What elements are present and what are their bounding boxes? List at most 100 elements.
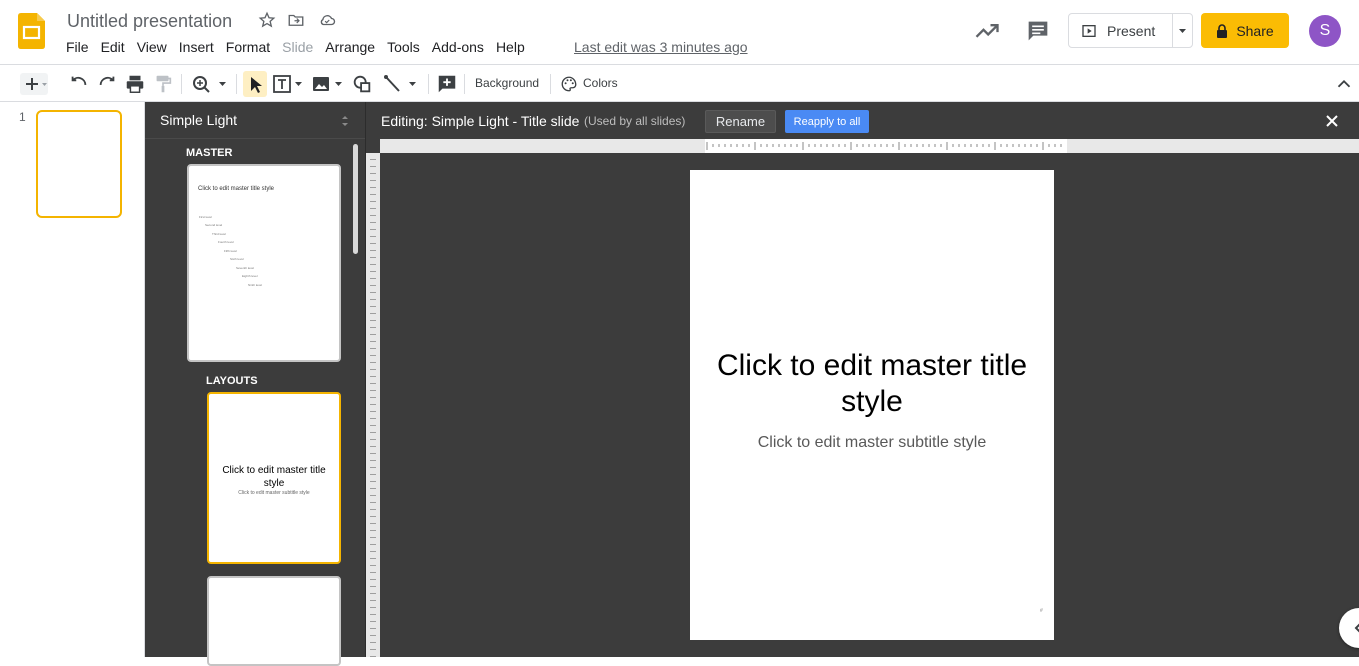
horizontal-ruler — [380, 139, 1359, 153]
layout-thumbnail[interactable] — [207, 576, 341, 666]
shape-button[interactable] — [351, 73, 373, 95]
move-folder-icon[interactable] — [287, 11, 307, 31]
add-comment-button[interactable] — [436, 73, 458, 95]
redo-button[interactable] — [96, 73, 118, 95]
share-label: Share — [1236, 22, 1274, 39]
master-label: MASTER — [186, 147, 233, 159]
editor-header: Editing: Simple Light - Title slide (Use… — [366, 102, 1359, 139]
side-panel-toggle[interactable] — [1339, 608, 1359, 648]
present-icon — [1082, 24, 1096, 37]
vertical-ruler — [366, 153, 380, 657]
reapply-to-all-button[interactable]: Reapply to all — [785, 110, 869, 133]
layout-thumb-title: Click to edit master title style — [222, 465, 326, 489]
text-box-button[interactable] — [271, 73, 305, 95]
image-icon — [313, 77, 342, 91]
background-button[interactable]: Background — [475, 76, 539, 90]
star-icon[interactable] — [258, 11, 278, 31]
master-thumb-level: Sixth level — [230, 257, 244, 261]
editing-title: Editing: Simple Light - Title slide — [381, 113, 580, 129]
theme-header: Simple Light — [145, 102, 365, 139]
master-thumb-level: Ninth level — [248, 283, 263, 287]
palette-icon[interactable] — [560, 73, 580, 95]
activity-dashboard-icon[interactable] — [973, 17, 1001, 45]
master-thumb-title: Click to edit master title style — [198, 186, 275, 192]
toolbar-divider — [181, 74, 182, 94]
slide-number: 1 — [19, 110, 26, 124]
chevron-down-icon — [1179, 29, 1186, 33]
layout-thumbnail-title-slide[interactable]: Click to edit master title style Click t… — [207, 392, 341, 564]
shapes-icon — [353, 75, 371, 93]
menu-bar: File Edit View Insert Format Slide Arran… — [60, 36, 531, 58]
layout-editor: Editing: Simple Light - Title slide (Use… — [365, 102, 1359, 657]
theme-name[interactable]: Simple Light — [160, 112, 237, 128]
lock-icon — [1217, 23, 1228, 38]
close-icon[interactable] — [1324, 113, 1340, 129]
present-options-button[interactable] — [1173, 14, 1192, 47]
zoom-icon — [193, 76, 226, 93]
rename-button[interactable]: Rename — [705, 110, 776, 133]
menu-format[interactable]: Format — [220, 36, 276, 58]
master-thumbnail[interactable]: Click to edit master title style First l… — [187, 164, 341, 362]
cloud-saved-icon[interactable] — [317, 11, 337, 31]
new-slide-button[interactable] — [20, 73, 48, 95]
menu-arrange[interactable]: Arrange — [319, 36, 381, 58]
colors-button[interactable]: Colors — [583, 76, 618, 90]
slide-number-placeholder[interactable]: # — [1040, 608, 1043, 614]
menu-file[interactable]: File — [60, 36, 95, 58]
sort-arrows-icon[interactable] — [340, 114, 350, 128]
share-button[interactable]: Share — [1201, 13, 1289, 48]
chevron-left-icon — [1354, 623, 1359, 633]
menu-slide[interactable]: Slide — [276, 36, 319, 58]
line-icon — [384, 75, 416, 92]
master-thumb-level: Fifth level — [224, 249, 237, 253]
comments-icon[interactable] — [1024, 17, 1052, 45]
slide-thumbnail[interactable] — [36, 110, 122, 218]
slide-subtitle-placeholder[interactable]: Click to edit master subtitle style — [704, 434, 1040, 452]
add-comment-icon — [438, 75, 456, 93]
master-thumb-level: Eighth level — [242, 274, 258, 278]
print-button[interactable] — [124, 73, 146, 95]
account-avatar[interactable]: S — [1309, 15, 1341, 47]
theme-panel: Simple Light MASTER Click to edit master… — [145, 102, 365, 666]
master-thumb-level: First level — [199, 215, 212, 219]
slides-logo-icon[interactable] — [18, 13, 45, 49]
master-thumb-level: Second level — [205, 223, 223, 227]
toolbar-divider — [428, 74, 429, 94]
menu-help[interactable]: Help — [490, 36, 531, 58]
document-title[interactable]: Untitled presentation — [67, 11, 232, 32]
plus-icon — [26, 78, 47, 90]
present-label: Present — [1107, 22, 1156, 39]
menu-addons[interactable]: Add-ons — [426, 36, 490, 58]
select-tool-button[interactable] — [243, 71, 267, 97]
menu-tools[interactable]: Tools — [381, 36, 426, 58]
undo-button[interactable] — [68, 73, 90, 95]
line-button[interactable] — [381, 73, 421, 95]
menu-insert[interactable]: Insert — [173, 36, 220, 58]
collapse-toolbar-icon[interactable] — [1333, 73, 1355, 95]
last-edit-link[interactable]: Last edit was 3 minutes ago — [574, 39, 748, 55]
used-by-note: (Used by all slides) — [584, 114, 686, 128]
zoom-button[interactable] — [190, 73, 230, 95]
menu-edit[interactable]: Edit — [95, 36, 131, 58]
layouts-label: LAYOUTS — [206, 375, 258, 387]
present-button-group: Present — [1068, 13, 1193, 48]
print-icon — [126, 75, 144, 93]
toolbar-divider — [464, 74, 465, 94]
vertical-ruler-scale — [366, 153, 380, 657]
filmstrip: 1 — [0, 102, 145, 657]
paint-format-icon — [156, 75, 172, 93]
menu-view[interactable]: View — [131, 36, 173, 58]
undo-icon — [71, 76, 87, 86]
horizontal-ruler-scale — [705, 139, 1067, 153]
master-thumb-level: Fourth level — [218, 240, 234, 244]
text-box-icon — [273, 75, 302, 93]
slide-title-placeholder[interactable]: Click to edit master title style — [704, 348, 1040, 420]
insert-image-button[interactable] — [310, 73, 346, 95]
toolbar-divider — [550, 74, 551, 94]
master-thumb-level: Seventh level — [236, 266, 255, 270]
slide-canvas[interactable]: Click to edit master title style Click t… — [690, 170, 1054, 640]
present-button[interactable]: Present — [1069, 14, 1172, 47]
toolbar: Background Colors — [0, 64, 1359, 102]
panel-scrollbar[interactable] — [353, 144, 358, 254]
paint-format-button[interactable] — [152, 73, 174, 95]
